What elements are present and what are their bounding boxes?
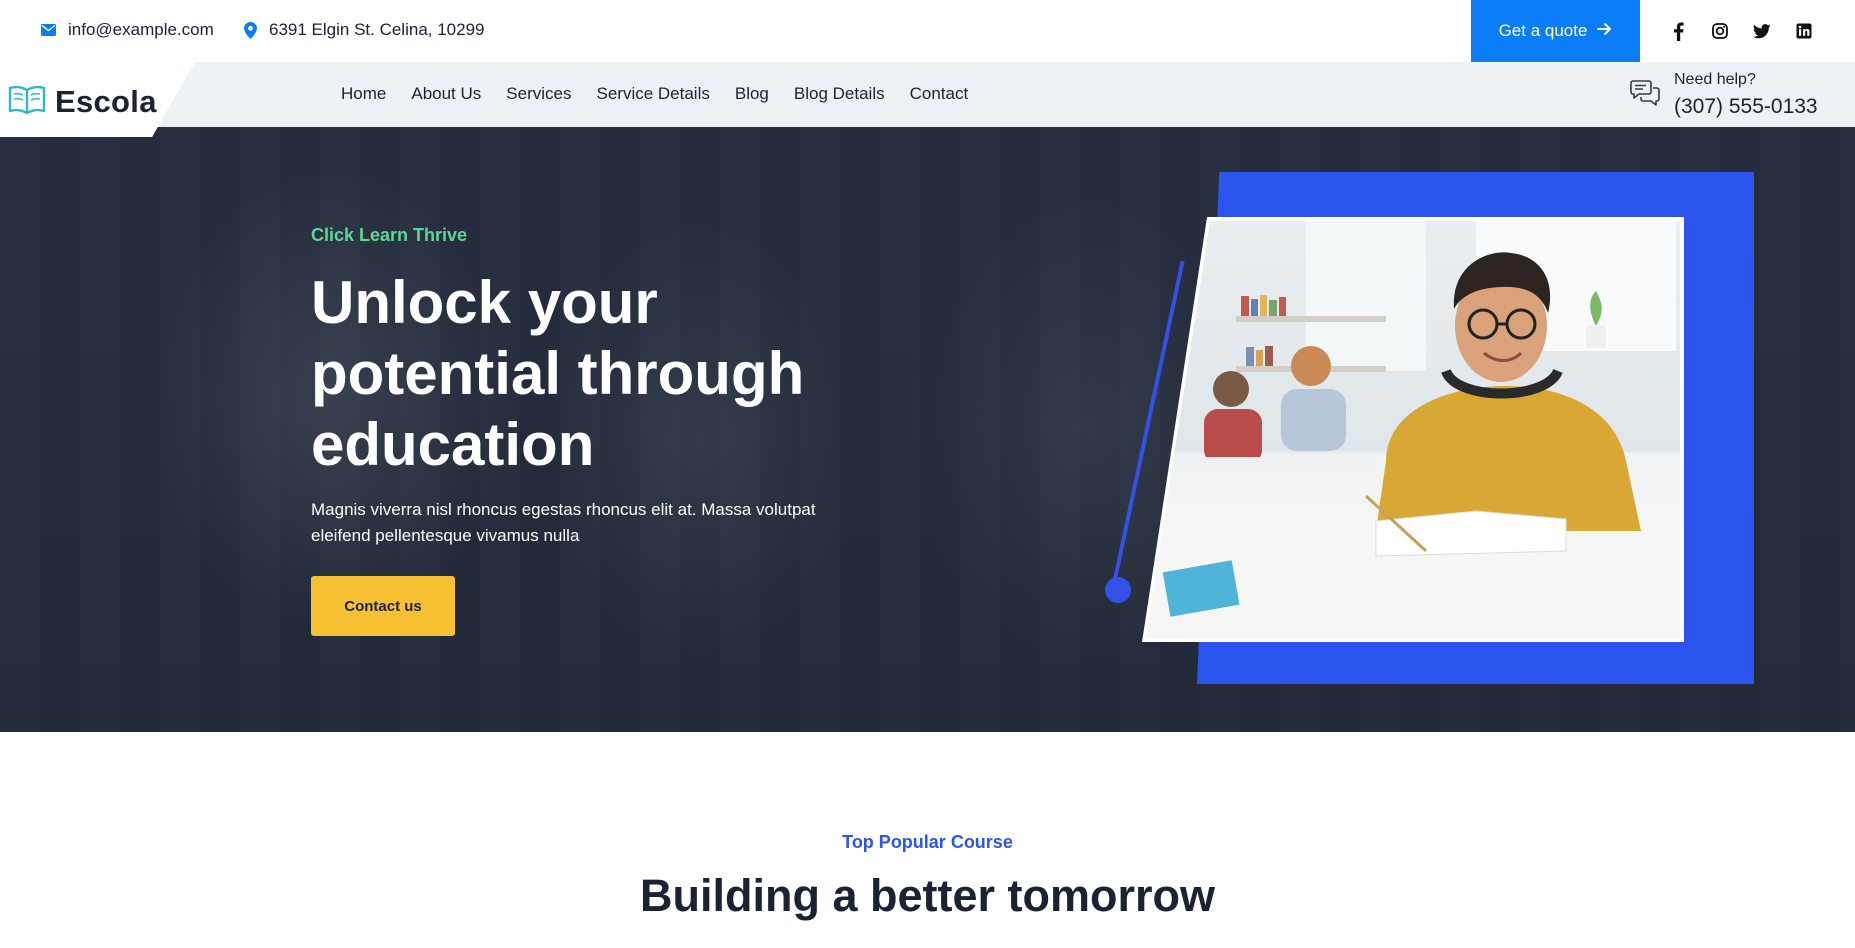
quote-button-label: Get a quote	[1498, 21, 1588, 40]
linkedin-icon[interactable]	[1794, 20, 1814, 42]
top-bar: info@example.com 6391 Elgin St. Celina, …	[0, 0, 1855, 62]
hero-title: Unlock your potential through education	[311, 269, 805, 478]
section-eyebrow: Top Popular Course	[842, 832, 1013, 852]
hero-visual	[1100, 167, 1760, 697]
contact-us-button[interactable]: Contact us	[311, 576, 455, 636]
chat-bubbles-icon	[1630, 79, 1660, 119]
social-links	[1668, 20, 1814, 42]
nav-link-blog[interactable]: Blog	[735, 84, 769, 104]
contact-email[interactable]: info@example.com	[41, 20, 214, 40]
nav-link-home[interactable]: Home	[341, 84, 386, 104]
email-text: info@example.com	[68, 20, 214, 39]
main-navigation: Escola Home About Us Services Service De…	[0, 62, 1855, 137]
nav-link-contact[interactable]: Contact	[910, 84, 969, 104]
help-phone-number[interactable]: (307) 555-0133	[1674, 95, 1818, 119]
nav-links: Home About Us Services Service Details B…	[341, 84, 968, 104]
help-label: Need help?	[1674, 71, 1756, 88]
facebook-icon[interactable]	[1668, 20, 1688, 42]
mail-icon	[41, 24, 56, 36]
nav-link-blog-details[interactable]: Blog Details	[794, 84, 885, 104]
student-photo-illustration	[1146, 221, 1680, 638]
twitter-icon[interactable]	[1752, 20, 1772, 42]
section-title: Building a better tomorrow	[639, 870, 1215, 921]
student-photo	[1146, 221, 1680, 638]
help-text: Need help? (307) 555-0133	[1674, 71, 1818, 119]
hero-banner: Click Learn Thrive Unlock your potential…	[0, 127, 1855, 732]
instagram-icon[interactable]	[1710, 20, 1730, 42]
decorative-dot	[1105, 577, 1131, 603]
arrow-right-icon	[1597, 21, 1612, 41]
hero-description: Magnis viverra nisl rhoncus egestas rhon…	[311, 500, 816, 545]
nav-link-about-us[interactable]: About Us	[411, 84, 481, 104]
site-logo[interactable]: Escola	[8, 84, 157, 120]
get-a-quote-button[interactable]: Get a quote	[1471, 0, 1640, 62]
location-pin-icon	[244, 21, 257, 39]
help-contact: Need help? (307) 555-0133	[1630, 71, 1818, 119]
student-photo-frame	[1142, 217, 1684, 642]
logo-area: Escola	[0, 62, 195, 137]
contact-address: 6391 Elgin St. Celina, 10299	[244, 20, 485, 40]
open-book-icon	[8, 85, 46, 120]
nav-link-service-details[interactable]: Service Details	[596, 84, 709, 104]
hero-tagline: Click Learn Thrive	[311, 225, 468, 245]
logo-text: Escola	[55, 84, 157, 119]
address-text: 6391 Elgin St. Celina, 10299	[269, 20, 485, 39]
nav-link-services[interactable]: Services	[506, 84, 571, 104]
